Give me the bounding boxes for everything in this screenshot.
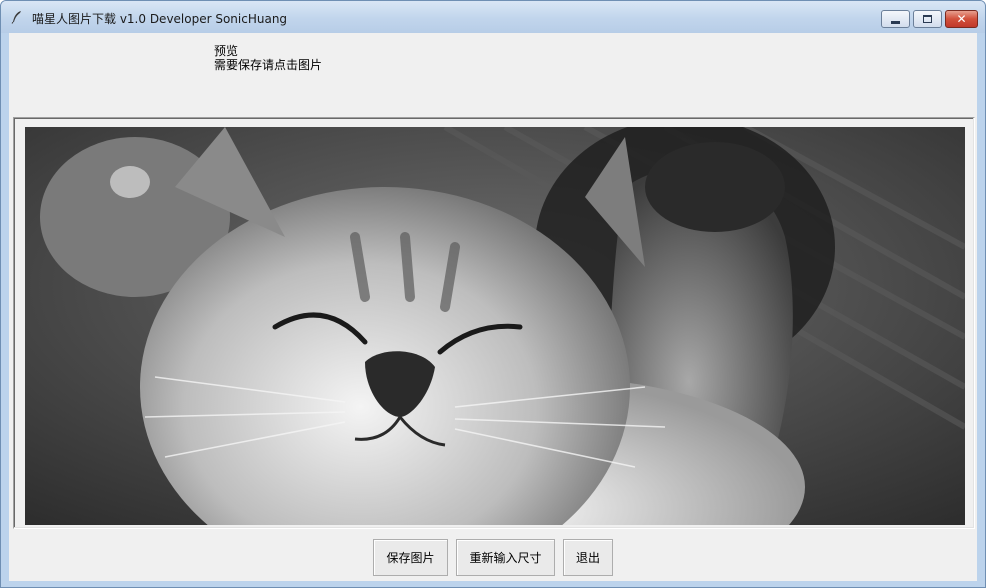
client-area: 预览 需要保存请点击图片 保存图片 重新输入尺寸 退出	[9, 33, 977, 581]
minimize-icon	[891, 20, 900, 24]
reenter-size-button[interactable]: 重新输入尺寸	[456, 539, 555, 576]
maximize-icon	[923, 15, 932, 23]
close-icon: ✕	[956, 12, 967, 26]
maximize-button[interactable]	[913, 10, 942, 28]
feather-icon	[11, 10, 23, 24]
image-frame	[13, 117, 975, 529]
close-button[interactable]: ✕	[945, 10, 978, 28]
cat-image[interactable]	[25, 127, 965, 525]
exit-button[interactable]: 退出	[563, 539, 613, 576]
minimize-button[interactable]	[881, 10, 910, 28]
preview-label: 预览	[214, 44, 239, 58]
save-hint-label: 需要保存请点击图片	[214, 58, 323, 72]
window-title: 喵星人图片下载 v1.0 Developer SonicHuang	[32, 12, 288, 26]
app-window: 喵星人图片下载 v1.0 Developer SonicHuang ✕ 预览 需…	[0, 0, 986, 588]
save-image-button[interactable]: 保存图片	[373, 539, 448, 576]
title-bar[interactable]: 喵星人图片下载 v1.0 Developer SonicHuang ✕	[1, 1, 985, 33]
